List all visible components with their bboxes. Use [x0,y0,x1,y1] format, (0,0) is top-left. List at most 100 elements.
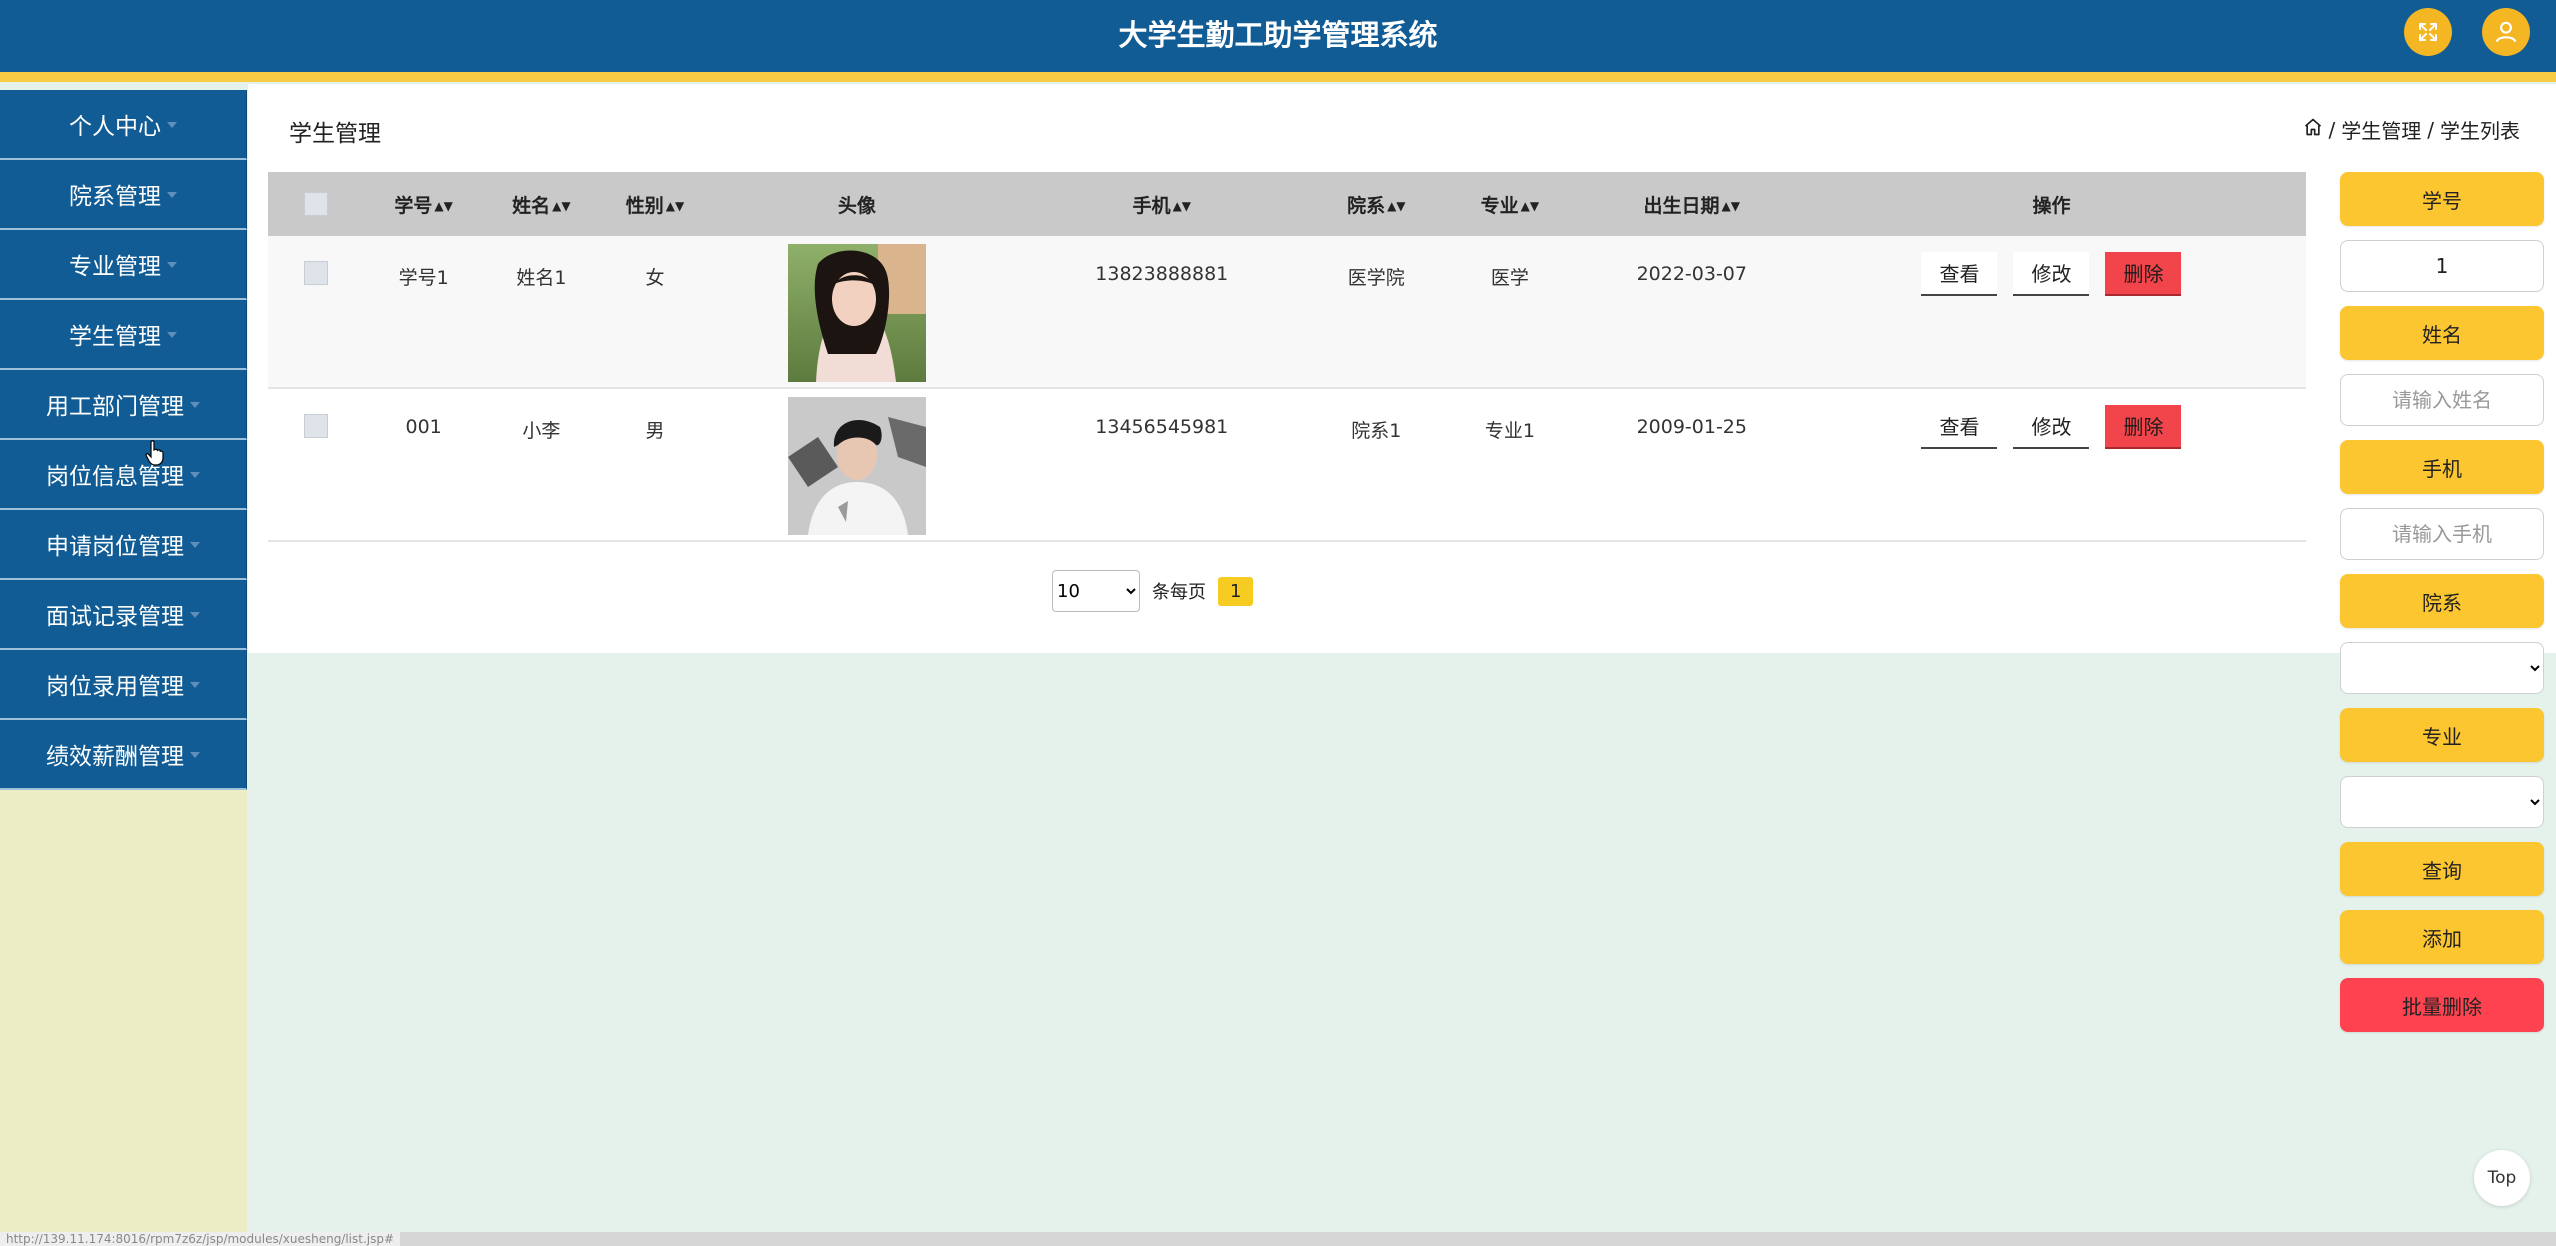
pagination: 10 条每页 1 [1052,570,1254,612]
row-checkbox[interactable] [304,414,329,438]
xingming-label: 姓名 [2340,306,2544,360]
column-header-xingbie[interactable]: 性别 ▲▼ [600,172,710,236]
column-header-shouji[interactable]: 手机 ▲▼ [1004,172,1320,236]
sort-icon[interactable]: ▲▼ [1173,199,1191,213]
top-bar-stripe [0,72,2556,82]
chevron-down-icon [190,682,200,688]
sort-icon[interactable]: ▲▼ [1722,199,1740,213]
sidebar-item-label: 用工部门管理 [46,394,184,420]
row-checkbox[interactable] [304,261,329,285]
sidebar-item-employer-department[interactable]: 用工部门管理 [0,370,247,440]
sidebar: 个人中心 院系管理 专业管理 学生管理 用工部门管理 岗位信息管理 申请岗位管理… [0,90,247,1246]
sidebar-item-position-info[interactable]: 岗位信息管理 [0,440,247,510]
row-select-cell [268,388,365,542]
back-to-top-button[interactable]: Top [2474,1150,2530,1206]
cell-xingming: 小李 [522,420,561,442]
zhuanye-select[interactable] [2340,776,2544,828]
delete-button[interactable]: 删除 [2105,252,2182,296]
sidebar-item-personal-center[interactable]: 个人中心 [0,90,247,160]
page-number-current[interactable]: 1 [1218,576,1254,606]
breadcrumb-separator: / [2427,117,2434,142]
sort-icon[interactable]: ▲▼ [666,199,684,213]
sidebar-item-label: 院系管理 [69,184,161,210]
chevron-down-icon [190,752,200,758]
status-url: http://139.11.174:8016/rpm7z6z/jsp/modul… [0,1232,401,1246]
shouji-input[interactable] [2340,508,2544,560]
student-avatar-image [787,397,926,535]
cell-yuanxi: 院系1 [1351,420,1402,442]
per-page-label: 条每页 [1152,582,1206,603]
cell-shouji: 13823888881 [1095,263,1229,285]
xuehao-label: 学号 [2340,172,2544,226]
edit-button[interactable]: 修改 [2013,252,2090,296]
column-header-chusheng[interactable]: 出生日期 ▲▼ [1586,172,1797,236]
chevron-down-icon [190,542,200,548]
table-header-row: 学号 ▲▼ 姓名 ▲▼ 性别 ▲▼ 头像 手机 ▲▼ 院系 ▲▼ 专业 ▲▼ 出生日期 ▲▼ … [268,172,2306,236]
row-select-cell [268,236,365,389]
cell-xuehao: 001 [405,416,442,438]
sidebar-item-performance-pay[interactable]: 绩效薪酬管理 [0,720,247,790]
view-button[interactable]: 查看 [1921,405,1998,449]
shouji-label: 手机 [2340,440,2544,494]
sidebar-item-label: 学生管理 [69,324,161,350]
cell-xingming: 姓名1 [516,267,567,289]
column-header-xuehao[interactable]: 学号 ▲▼ [364,172,483,236]
column-header-avatar: 头像 [709,172,1005,236]
student-table: 学号 ▲▼ 姓名 ▲▼ 性别 ▲▼ 头像 手机 ▲▼ 院系 ▲▼ 专业 ▲▼ 出生日期 ▲▼ … [268,172,2306,542]
sidebar-item-interview-record[interactable]: 面试记录管理 [0,580,247,650]
chevron-down-icon [190,472,200,478]
view-button[interactable]: 查看 [1921,252,1998,296]
search-panel: 学号 姓名 手机 院系 专业 查询 添加 批量删除 [2340,172,2544,1046]
column-header-zhuanye[interactable]: 专业 ▲▼ [1433,172,1587,236]
search-button[interactable]: 查询 [2340,842,2544,896]
sidebar-item-label: 专业管理 [69,254,161,280]
page-size-select[interactable]: 10 [1052,570,1140,612]
cell-shouji: 13456545981 [1095,416,1229,438]
breadcrumb: / 学生管理 / 学生列表 [2303,115,2520,144]
sort-icon[interactable]: ▲▼ [1521,199,1539,213]
app-title: 大学生勤工助学管理系统 [1118,18,1438,52]
chevron-down-icon [167,262,177,268]
cell-chusheng: 2022-03-07 [1636,263,1747,285]
yuanxi-select[interactable] [2340,642,2544,694]
add-button[interactable]: 添加 [2340,910,2544,964]
sidebar-item-department[interactable]: 院系管理 [0,160,247,230]
table-row: 001 小李 男 13456545981 院系1 专业1 2009-01-25 [268,388,2306,542]
sidebar-item-position-hiring[interactable]: 岗位录用管理 [0,650,247,720]
home-icon[interactable] [2303,117,2323,142]
sidebar-item-position-application[interactable]: 申请岗位管理 [0,510,247,580]
student-avatar-image [787,244,926,382]
column-header-xingming[interactable]: 姓名 ▲▼ [482,172,601,236]
zhuanye-label: 专业 [2340,708,2544,762]
breadcrumb-item[interactable]: 学生管理 [2341,115,2421,144]
chevron-down-icon [190,612,200,618]
chevron-down-icon [167,192,177,198]
select-all-header [268,172,365,236]
edit-button[interactable]: 修改 [2013,405,2090,449]
select-all-checkbox[interactable] [304,192,329,216]
sidebar-item-label: 绩效薪酬管理 [46,744,184,770]
delete-button[interactable]: 删除 [2105,405,2182,449]
hand-cursor-icon [145,440,165,470]
breadcrumb-separator: / [2328,117,2336,142]
row-actions: 查看 修改 删除 [1797,405,2306,449]
column-header-actions: 操作 [1796,172,2306,236]
sort-icon[interactable]: ▲▼ [552,199,570,213]
sort-icon[interactable]: ▲▼ [1387,199,1405,213]
sidebar-item-label: 面试记录管理 [46,604,184,630]
xingming-input[interactable] [2340,374,2544,426]
cell-yuanxi: 医学院 [1347,267,1405,289]
cell-chusheng: 2009-01-25 [1636,416,1747,438]
fullscreen-icon[interactable] [2404,8,2452,56]
sort-icon[interactable]: ▲▼ [434,199,452,213]
cell-xingbie: 男 [645,420,665,442]
batch-delete-button[interactable]: 批量删除 [2340,978,2544,1032]
xuehao-input[interactable] [2340,240,2544,292]
user-icon[interactable] [2482,8,2530,56]
sidebar-item-major[interactable]: 专业管理 [0,230,247,300]
sidebar-item-label: 岗位录用管理 [46,674,184,700]
sidebar-item-student[interactable]: 学生管理 [0,300,247,370]
column-header-yuanxi[interactable]: 院系 ▲▼ [1319,172,1434,236]
table-row: 学号1 姓名1 女 13823888881 医学院 医学 2022-03-07 … [268,236,2306,389]
sidebar-item-label: 申请岗位管理 [46,534,184,560]
